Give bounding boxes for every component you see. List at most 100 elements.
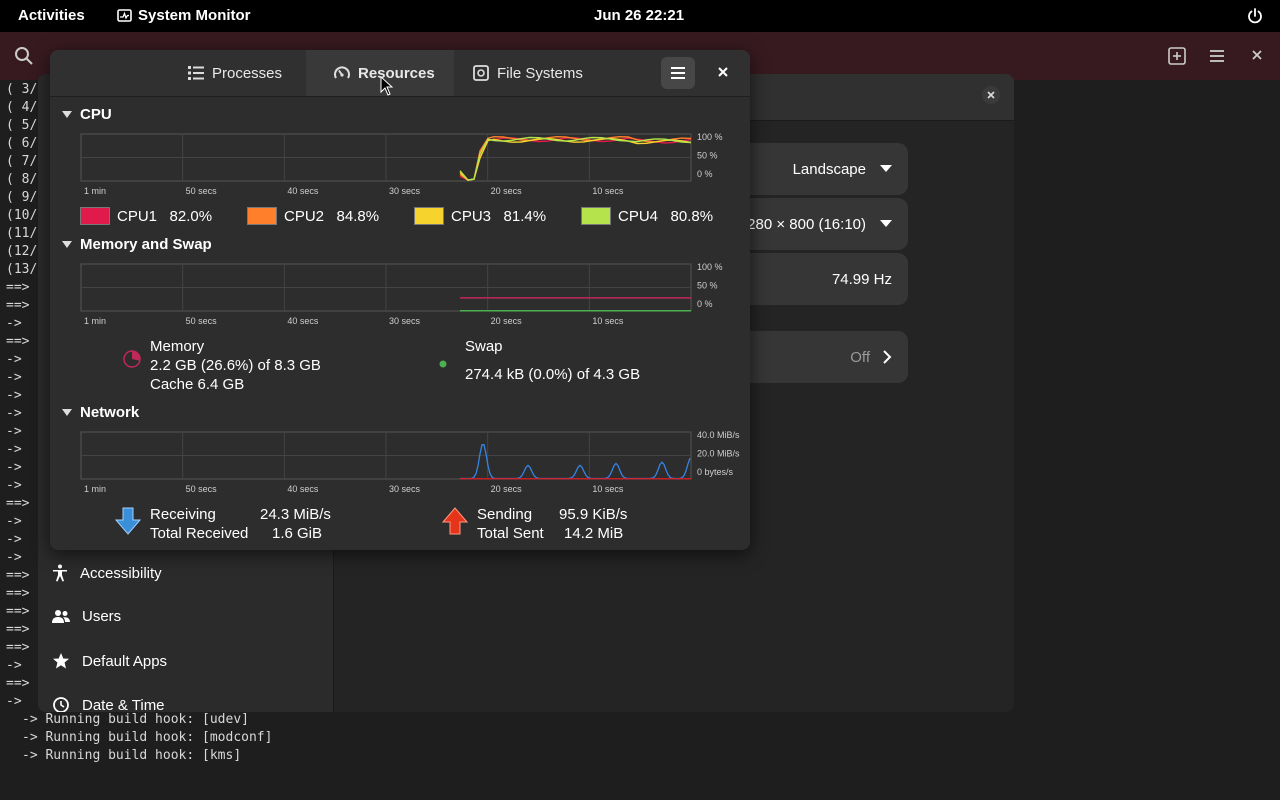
receiving-value: 24.3 MiB/s: [260, 506, 331, 523]
cpu1-legend[interactable]: CPU1 82.0%: [80, 207, 212, 225]
terminal-line: ==>: [6, 280, 30, 295]
time-tick-label: 50 secs: [186, 316, 218, 326]
cpu2-legend[interactable]: CPU2 84.8%: [247, 207, 379, 225]
terminal-line: ( 4/: [6, 100, 38, 115]
gauge-icon: [334, 66, 350, 79]
network-section-header[interactable]: Network: [62, 404, 139, 421]
cpu4-value: 80.8%: [670, 207, 714, 225]
power-icon[interactable]: [1246, 7, 1264, 25]
terminal-line: ==>: [6, 568, 30, 583]
tab-label: Resources: [358, 64, 435, 82]
time-tick-label: 20 secs: [491, 484, 523, 494]
terminal-line: ->: [6, 478, 22, 493]
resolution-value: 1280 × 800 (16:10): [738, 215, 866, 233]
cpu3-value: 81.4%: [503, 207, 547, 225]
close-icon[interactable]: [1248, 46, 1266, 64]
terminal-line: ->: [6, 352, 22, 367]
terminal-line: ==>: [6, 298, 30, 313]
sidebar-item-date-time[interactable]: Date & Time: [52, 696, 165, 712]
cpu1-color-swatch[interactable]: [80, 207, 110, 225]
memory-pie-icon[interactable]: [122, 349, 142, 369]
terminal-line: ==>: [6, 640, 30, 655]
tab-file-systems[interactable]: File Systems: [455, 50, 605, 96]
clock-icon: [53, 697, 69, 712]
cpu2-color-swatch[interactable]: [247, 207, 277, 225]
app-menu[interactable]: System Monitor: [117, 7, 251, 24]
swap-pie-icon[interactable]: [438, 359, 448, 369]
tab-label: Processes: [212, 64, 283, 82]
terminal-line: (12/: [6, 244, 38, 259]
activities-button[interactable]: Activities: [18, 7, 85, 24]
y-tick-label: 50 %: [697, 281, 718, 291]
time-tick-label: 40 secs: [287, 484, 319, 494]
cpu-section-header[interactable]: CPU: [62, 106, 112, 123]
terminal-line: -> Running build hook: [kms]: [22, 748, 242, 763]
sidebar-item-label: Default Apps: [82, 652, 168, 670]
main-menu-button[interactable]: [661, 57, 695, 89]
receiving-series-line: [460, 444, 691, 480]
total-received-label: Total Received: [150, 525, 249, 542]
tab-processes[interactable]: Processes: [175, 50, 305, 96]
hamburger-menu-icon[interactable]: [1207, 46, 1227, 66]
orientation-value: Landscape: [792, 160, 866, 178]
terminal-line: ->: [6, 514, 22, 529]
cpu3-color-swatch[interactable]: [414, 207, 444, 225]
time-tick-label: 40 secs: [287, 186, 319, 196]
cpu-series-line: [459, 137, 692, 181]
terminal-line: ->: [6, 442, 22, 457]
terminal-line: ->: [6, 550, 22, 565]
terminal-line: ==>: [6, 334, 30, 349]
sidebar-item-label: Accessibility: [80, 564, 162, 582]
refresh-rate-value: 74.99 Hz: [831, 270, 892, 288]
cpu4-color-swatch[interactable]: [581, 207, 611, 225]
sidebar-item-users[interactable]: Users: [52, 608, 121, 625]
new-tab-icon[interactable]: [1167, 46, 1187, 66]
terminal-line: -> Running build hook: [modconf]: [22, 730, 273, 745]
terminal-line: ( 5/: [6, 118, 38, 133]
memory-section-header[interactable]: Memory and Swap: [62, 236, 212, 253]
time-tick-label: 1 min: [84, 316, 106, 326]
expander-arrow-icon: [62, 409, 72, 416]
y-tick-label: 0 %: [697, 299, 713, 309]
terminal-line: (10/: [6, 208, 38, 223]
cpu1-label: CPU1: [117, 207, 158, 225]
y-tick-label: 0 bytes/s: [697, 467, 734, 477]
section-title: Memory and Swap: [80, 236, 212, 253]
app-name-label: System Monitor: [138, 7, 251, 24]
cpu-graph: 1 min 50 secs 40 secs 30 secs 20 secs 10 secs…: [80, 132, 723, 196]
time-tick-label: 20 secs: [491, 316, 523, 326]
search-icon[interactable]: [14, 46, 34, 66]
close-icon[interactable]: [716, 65, 730, 79]
terminal-line: (11/: [6, 226, 38, 241]
y-tick-label: 50 %: [697, 151, 718, 161]
time-tick-label: 40 secs: [287, 316, 319, 326]
cpu3-legend[interactable]: CPU3 81.4%: [414, 207, 546, 225]
y-tick-label: 40.0 MiB/s: [697, 430, 740, 440]
total-received-value: 1.6 GiB: [272, 525, 323, 542]
network-graph: 1 min 50 secs 40 secs 30 secs 20 secs 10 secs…: [80, 430, 740, 494]
terminal-line: ->: [6, 658, 22, 673]
receiving-label: Receiving: [150, 506, 216, 523]
list-icon: [188, 66, 204, 80]
terminal-line: ( 8/: [6, 172, 38, 187]
terminal-line: ->: [6, 406, 22, 421]
terminal-line: ( 9/: [6, 190, 38, 205]
cpu4-legend[interactable]: CPU4 80.8%: [581, 207, 713, 225]
top-bar: Activities System Monitor Jun 26 22:21: [0, 0, 1280, 32]
terminal-line: ->: [6, 370, 22, 385]
sidebar-item-default-apps[interactable]: Default Apps: [52, 652, 167, 670]
time-tick-label: 50 secs: [186, 186, 218, 196]
terminal-line: ( 7/: [6, 154, 38, 169]
terminal-line: ( 3/: [6, 82, 38, 97]
clock[interactable]: Jun 26 22:21: [594, 7, 684, 24]
sidebar-item-accessibility[interactable]: Accessibility: [52, 564, 162, 582]
terminal-line: ->: [6, 424, 22, 439]
time-tick-label: 1 min: [84, 484, 106, 494]
close-icon[interactable]: [982, 86, 1000, 104]
accessibility-icon: [53, 564, 67, 582]
memory-label: Memory: [150, 338, 205, 355]
time-tick-label: 50 secs: [186, 484, 218, 494]
terminal-line: ->: [6, 388, 22, 403]
chevron-right-icon: [883, 350, 892, 364]
time-tick-label: 30 secs: [389, 484, 421, 494]
